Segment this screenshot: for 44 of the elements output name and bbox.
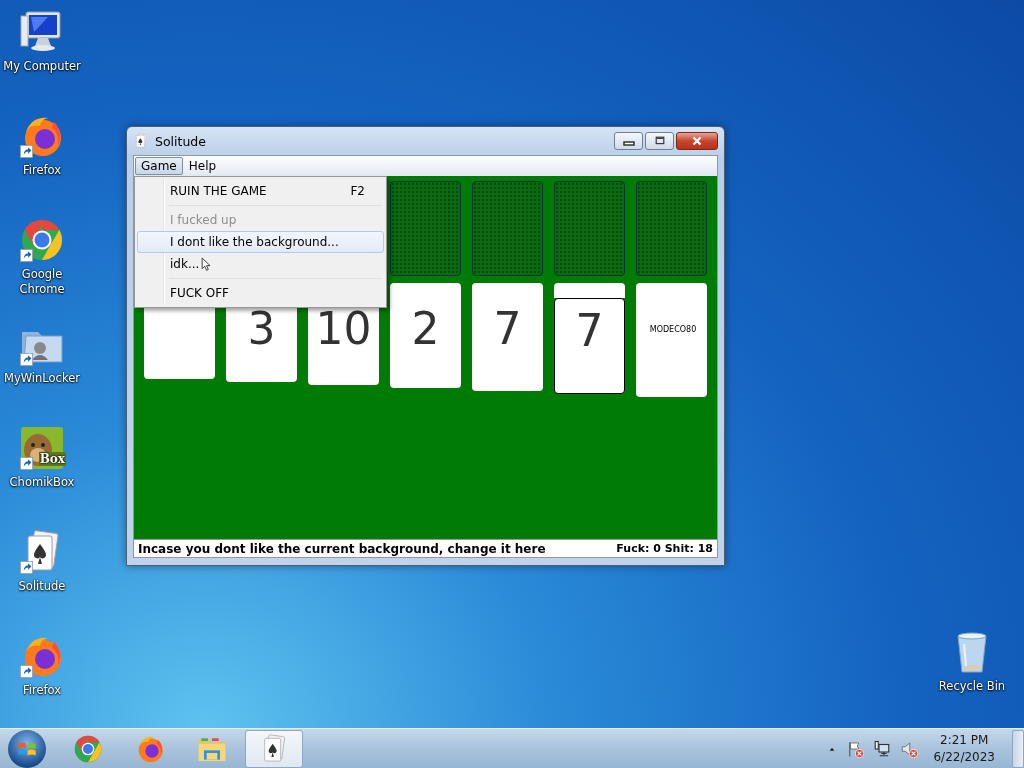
card-edge: [554, 283, 625, 298]
close-icon: [690, 134, 704, 148]
playing-cards-icon: [133, 133, 149, 149]
menu-item-label: FUCK OFF: [170, 286, 229, 300]
card-number: 7: [575, 309, 604, 358]
taskbar-app-button[interactable]: [245, 729, 303, 768]
playing-card[interactable]: MODECO80: [636, 283, 707, 397]
start-button[interactable]: [8, 729, 46, 768]
menu-bar-item[interactable]: Game: [135, 157, 183, 175]
minimize-icon: [622, 141, 635, 146]
menu-item[interactable]: RUIN THE GAME F2: [137, 180, 384, 202]
menu-item-label: I dont like the background...: [170, 235, 339, 249]
network-icon[interactable]: [873, 739, 892, 758]
status-message: Incase you dont like the current background, change it here: [138, 541, 546, 556]
playing-card[interactable]: 7: [472, 283, 543, 391]
card-number: 3: [247, 307, 276, 356]
shortcut-text: F2: [350, 184, 365, 198]
clock-date[interactable]: 6/22/2023: [933, 748, 995, 766]
clock-time[interactable]: 2:21 PM: [940, 731, 989, 749]
score-text: Fuck: 0 Shit: 18: [616, 542, 713, 555]
desktop-icon-label[interactable]: My Computer: [0, 59, 84, 74]
card-number: 10: [315, 307, 372, 356]
card-text: MODECO80: [648, 324, 697, 334]
flag-icon[interactable]: [846, 739, 865, 758]
menu-bar-item[interactable]: Help: [182, 157, 223, 175]
card-number: 7: [493, 307, 522, 356]
icon-badge-text: Box: [38, 452, 66, 466]
playing-card[interactable]: 2: [390, 283, 461, 388]
desktop-icon-label[interactable]: MyWinLocker: [0, 371, 84, 386]
minimize-button[interactable]: [614, 132, 643, 150]
close-button[interactable]: [676, 132, 718, 150]
menu-item-label: I fucked up: [170, 213, 237, 227]
card-number: 2: [411, 307, 440, 356]
menu-item-label: RUIN THE GAME: [170, 184, 267, 198]
playing-card[interactable]: 7: [554, 298, 625, 394]
speaker-icon[interactable]: [900, 739, 919, 758]
menu-item-label: idk...: [170, 257, 200, 271]
desktop-icon-label[interactable]: Recycle Bin: [930, 679, 1014, 694]
maximize-button[interactable]: [645, 132, 674, 150]
menu-item[interactable]: idk...: [137, 253, 384, 275]
desktop-icon-label[interactable]: Firefox: [0, 163, 84, 178]
menu-item[interactable]: I dont like the background...: [137, 231, 384, 253]
desktop-icon-label[interactable]: Google Chrome: [0, 267, 84, 297]
window-title: Solitude: [155, 133, 206, 149]
